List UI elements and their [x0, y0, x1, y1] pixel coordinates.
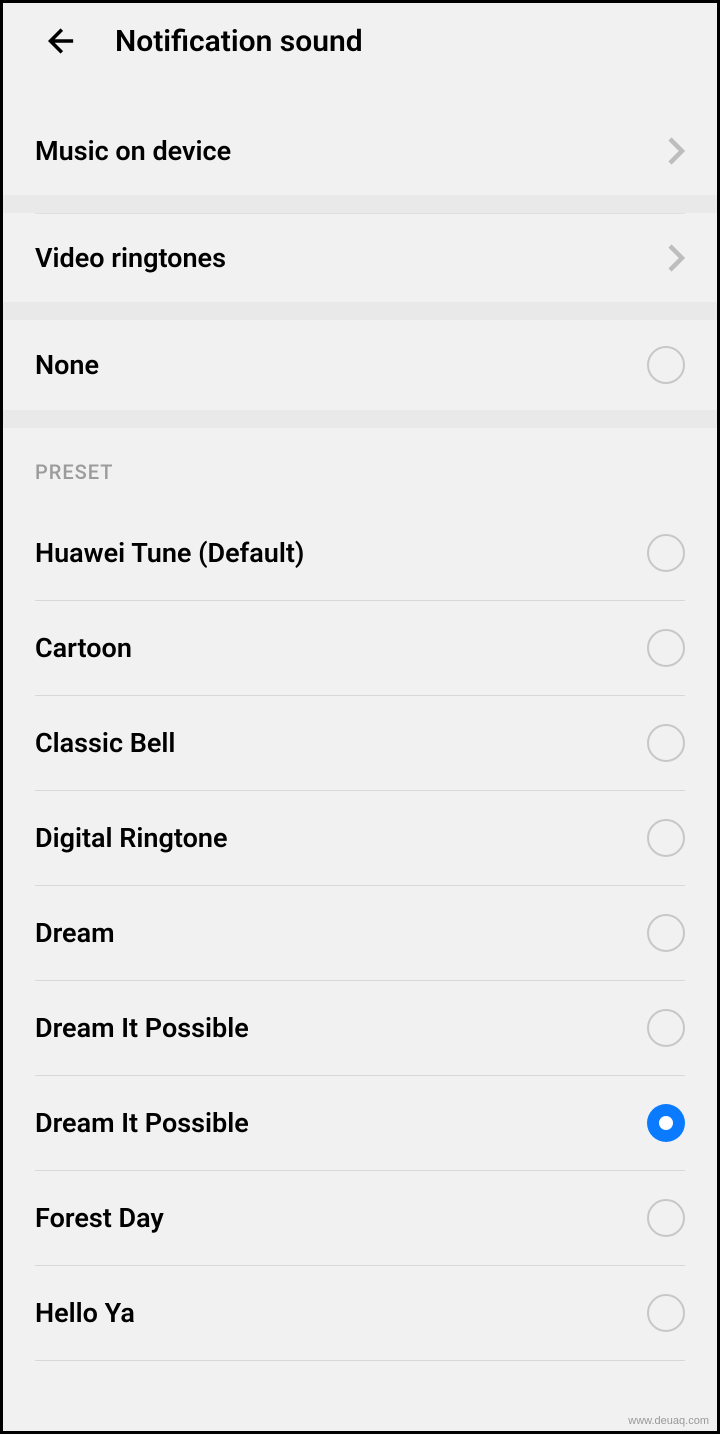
preset-list: Huawei Tune (Default) Cartoon Classic Bell…	[3, 506, 717, 1361]
divider	[35, 1360, 685, 1361]
preset-label: Dream It Possible	[35, 1107, 249, 1139]
chevron-right-icon	[667, 243, 685, 273]
radio-icon	[647, 1199, 685, 1237]
preset-row[interactable]: Classic Bell	[3, 696, 717, 790]
radio-icon	[647, 629, 685, 667]
preset-row[interactable]: Huawei Tune (Default)	[3, 506, 717, 600]
radio-icon	[647, 819, 685, 857]
radio-icon	[647, 724, 685, 762]
preset-label: Huawei Tune (Default)	[35, 537, 304, 569]
preset-label: Dream It Possible	[35, 1012, 249, 1044]
radio-icon	[647, 534, 685, 572]
preset-section-header: PRESET	[3, 428, 717, 506]
radio-selected-icon	[647, 1104, 685, 1142]
radio-icon	[647, 1294, 685, 1332]
preset-row[interactable]: Dream It Possible	[3, 1076, 717, 1170]
radio-icon	[647, 914, 685, 952]
radio-icon	[647, 346, 685, 384]
preset-row[interactable]: Cartoon	[3, 601, 717, 695]
section-gap	[3, 302, 717, 320]
preset-label: Forest Day	[35, 1202, 164, 1234]
video-ringtones-row[interactable]: Video ringtones	[3, 214, 717, 302]
page-title: Notification sound	[115, 24, 363, 59]
preset-row[interactable]: Forest Day	[3, 1171, 717, 1265]
header: Notification sound	[3, 3, 717, 79]
music-on-device-label: Music on device	[35, 135, 231, 167]
none-option-row[interactable]: None	[3, 320, 717, 410]
video-ringtones-label: Video ringtones	[35, 242, 226, 274]
none-option-label: None	[35, 349, 99, 381]
preset-row[interactable]: Dream	[3, 886, 717, 980]
preset-label: Digital Ringtone	[35, 822, 228, 854]
preset-label: Classic Bell	[35, 727, 175, 759]
preset-label: Cartoon	[35, 632, 132, 664]
radio-icon	[647, 1009, 685, 1047]
preset-row[interactable]: Digital Ringtone	[3, 791, 717, 885]
preset-row[interactable]: Hello Ya	[3, 1266, 717, 1360]
section-gap	[3, 410, 717, 428]
chevron-right-icon	[667, 136, 685, 166]
preset-label: Dream	[35, 917, 115, 949]
music-on-device-row[interactable]: Music on device	[3, 107, 717, 195]
watermark: www.deuaq.com	[628, 1415, 709, 1427]
section-gap	[3, 195, 717, 213]
preset-label: Hello Ya	[35, 1297, 135, 1329]
preset-row[interactable]: Dream It Possible	[3, 981, 717, 1075]
back-icon[interactable]	[39, 21, 79, 61]
